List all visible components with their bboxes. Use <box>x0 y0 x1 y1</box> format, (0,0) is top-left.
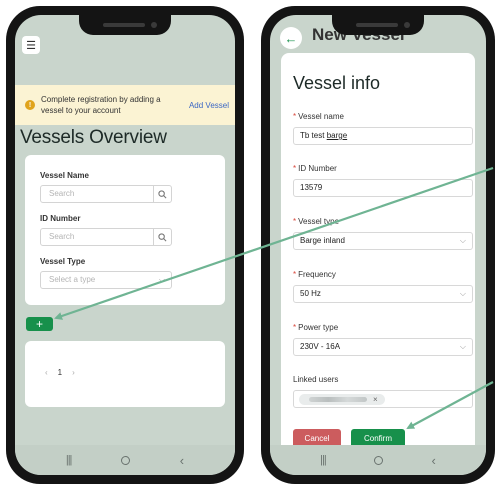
home-icon[interactable] <box>121 455 131 465</box>
vessel-name-label: * Vessel name <box>293 112 344 121</box>
linked-users-label: Linked users <box>293 375 339 384</box>
recents-icon[interactable]: ||| <box>66 454 73 466</box>
chevron-down-icon: ⌵ <box>158 275 165 284</box>
power-type-select[interactable]: 230V - 16A ⌵ <box>293 338 473 356</box>
chevron-down-icon: ⌵ <box>459 342 466 351</box>
vessel-name-search-input[interactable]: Search <box>40 185 172 203</box>
vessel-type-select[interactable]: Barge inland ⌵ <box>293 232 473 250</box>
search-icon[interactable] <box>153 186 171 202</box>
chevron-down-icon: ⌵ <box>459 236 466 245</box>
hamburger-icon[interactable]: ☰ <box>22 36 40 54</box>
vessel-type-label: * Vessel type <box>293 217 340 226</box>
home-icon[interactable] <box>374 455 384 465</box>
registration-alert: ! Complete registration by adding a vess… <box>15 85 235 125</box>
page-title: Vessels Overview <box>20 127 167 148</box>
pagination: ‹ 1 › <box>45 368 75 377</box>
add-vessel-button[interactable]: + <box>26 317 53 331</box>
linked-user-tag: × <box>299 394 385 405</box>
vessel-type-label: Vessel Type <box>40 257 86 266</box>
vessel-type-placeholder: Select a type <box>49 275 96 284</box>
phone-notch <box>79 15 171 35</box>
power-type-label: * Power type <box>293 323 339 332</box>
vessels-overview-screen: ☰ ! Complete registration by adding a ve… <box>15 15 235 475</box>
current-page[interactable]: 1 <box>58 368 62 377</box>
vessel-name-placeholder: Search <box>49 189 75 198</box>
vessel-name-value-underlined: barge <box>326 131 348 140</box>
recents-icon[interactable]: ||| <box>320 454 327 466</box>
vessel-info-form: Vessel info * Vessel name Tb test barge *… <box>281 53 475 463</box>
nav-back-icon[interactable]: ‹ <box>180 453 184 468</box>
remove-linked-user-button[interactable]: × <box>373 395 378 404</box>
frequency-value: 50 Hz <box>300 289 321 298</box>
new-vessel-screen: ← New Vessel Vessel info *Vessel name Tb… <box>270 15 486 475</box>
alert-message: Complete registration by adding a vessel… <box>41 95 161 115</box>
id-number-input[interactable]: 13579 <box>293 179 473 197</box>
frequency-label: * Frequency <box>293 270 336 279</box>
phone-notch <box>332 15 424 35</box>
stage: ☰ ! Complete registration by adding a ve… <box>0 0 495 485</box>
pagination-card: ‹ 1 › <box>25 341 225 407</box>
info-icon: ! <box>25 100 35 110</box>
frequency-select[interactable]: 50 Hz ⌵ <box>293 285 473 303</box>
filter-card: Vessel Name Search ID Number Search Vess… <box>25 155 225 305</box>
chevron-down-icon: ⌵ <box>459 289 466 298</box>
prev-page-button[interactable]: ‹ <box>45 368 48 377</box>
right-phone: ← New Vessel Vessel info *Vessel name Tb… <box>261 6 495 484</box>
id-number-placeholder: Search <box>49 232 75 241</box>
system-nav-bar: ||| ‹ <box>270 445 486 475</box>
redacted-user-name <box>309 397 367 402</box>
back-arrow-icon[interactable]: ← <box>280 27 302 49</box>
linked-users-select[interactable]: × <box>293 390 473 408</box>
id-number-label: * ID Number <box>293 164 337 173</box>
next-page-button[interactable]: › <box>72 368 75 377</box>
search-icon[interactable] <box>153 229 171 245</box>
vessel-name-value: Tb test <box>300 131 327 140</box>
vessel-name-input[interactable]: Tb test barge <box>293 127 473 145</box>
power-type-value: 230V - 16A <box>300 342 341 351</box>
system-nav-bar: ||| ‹ <box>15 445 235 475</box>
id-number-search-input[interactable]: Search <box>40 228 172 246</box>
vessel-type-select[interactable]: Select a type ⌵ <box>40 271 172 289</box>
id-number-label: ID Number <box>40 214 81 223</box>
vessel-type-value: Barge inland <box>300 236 345 245</box>
id-number-value: 13579 <box>300 183 323 192</box>
nav-back-icon[interactable]: ‹ <box>431 453 435 468</box>
left-phone: ☰ ! Complete registration by adding a ve… <box>6 6 244 484</box>
form-title: Vessel info <box>293 73 381 93</box>
add-vessel-link[interactable]: Add Vessel <box>189 101 229 110</box>
vessel-name-label: Vessel Name <box>40 171 89 180</box>
